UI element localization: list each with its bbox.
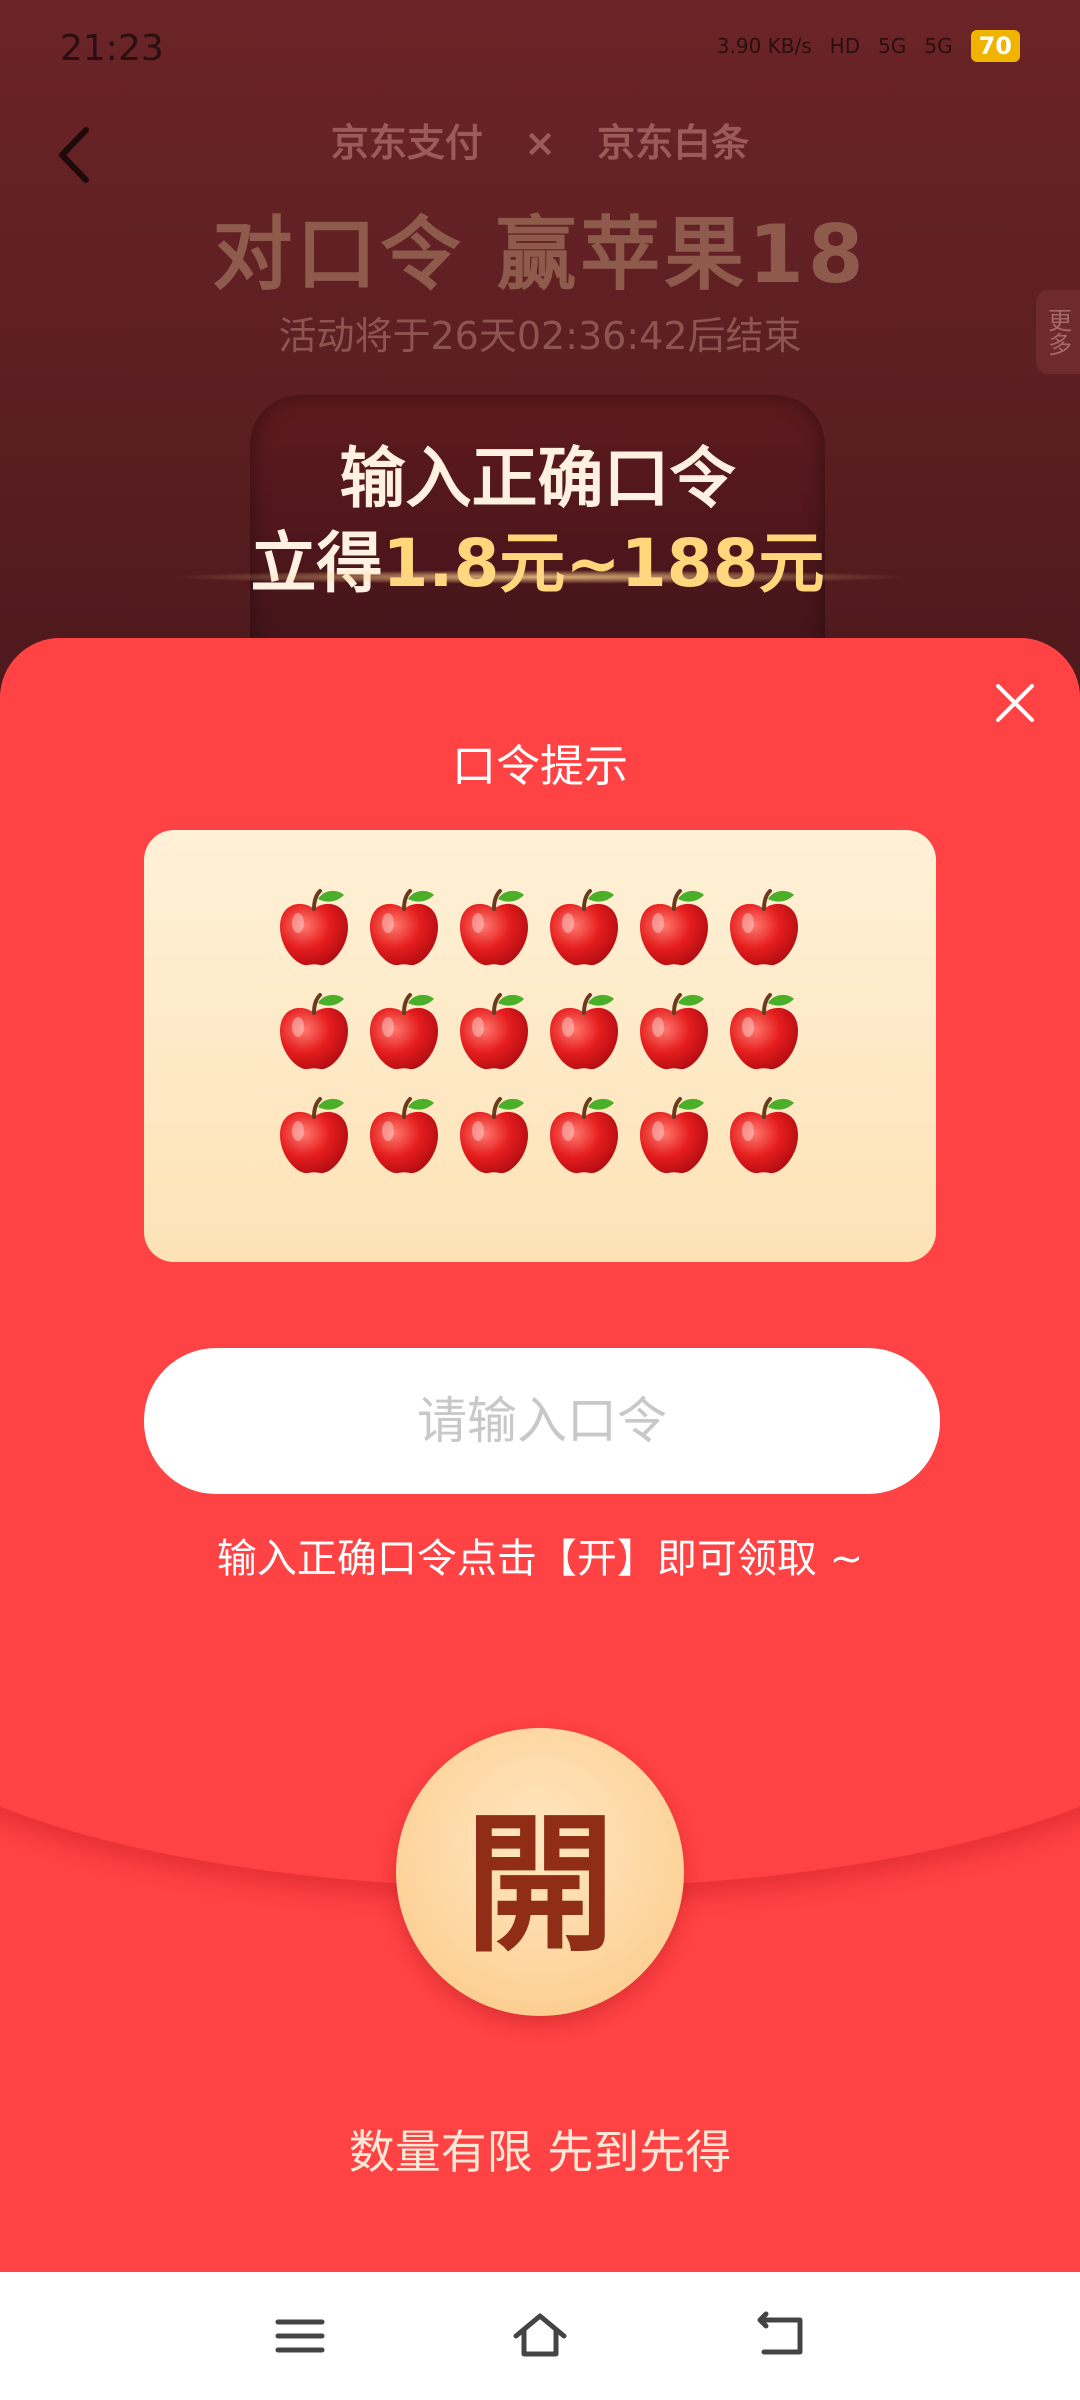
promo-amount: 1.8元~188元 <box>382 525 825 602</box>
apple-icon <box>274 1093 362 1197</box>
apple-icon <box>454 989 542 1093</box>
system-nav-bar <box>0 2272 1080 2400</box>
promo-glow <box>170 570 910 584</box>
limited-text: 数量有限 先到先得 <box>348 2125 732 2179</box>
code-input[interactable] <box>144 1348 940 1494</box>
apple-icon <box>544 989 632 1093</box>
emoji-grid <box>274 885 806 1197</box>
promo-line1: 输入正确口令 <box>339 440 736 517</box>
apple-icon <box>364 885 452 989</box>
status-time: 21:23 <box>60 28 164 69</box>
apple-icon <box>634 1093 722 1197</box>
red-packet-modal: 口令提示 请输入口令 输入正确口令点击【开】即可领取 ~ 開 数量有限 先到先得 <box>0 638 1080 2272</box>
countdown-text: 活动将于26天02:36:42后结束 <box>278 314 802 358</box>
side-tab-more[interactable]: 更多 <box>1036 290 1080 374</box>
hint-title: 口令提示 <box>452 741 628 792</box>
hd-label: HD <box>829 34 861 58</box>
apple-icon <box>724 885 812 989</box>
signal-label-1: 5G <box>878 34 907 58</box>
brand-jdpay: 京东支付 <box>330 121 483 165</box>
apple-icon <box>544 1093 632 1197</box>
menu-icon[interactable] <box>270 2306 330 2366</box>
close-icon[interactable] <box>990 678 1040 728</box>
brand-row: 京东支付 × 京东白条 <box>0 112 1080 167</box>
apple-icon <box>274 885 362 989</box>
apple-icon <box>544 885 632 989</box>
apple-icon <box>364 1093 452 1197</box>
status-icons: 3.90 KB/s HD 5G 5G 70 <box>717 30 1020 62</box>
apple-icon <box>634 885 722 989</box>
promo-prefix: 立得 <box>250 525 383 602</box>
apple-icon <box>724 1093 812 1197</box>
apple-icon <box>454 885 542 989</box>
network-speed: 3.90 KB/s <box>716 34 812 58</box>
signal-label-2: 5G <box>924 34 953 58</box>
instruction-text: 输入正确口令点击【开】即可领取 ~ <box>216 1536 864 1582</box>
open-button[interactable]: 開 <box>396 1728 684 2016</box>
battery-icon: 70 <box>970 30 1020 62</box>
apple-icon <box>634 989 722 1093</box>
promo-line2: 立得1.8元~188元 <box>250 510 825 606</box>
page-headline: 对口令 赢苹果18 <box>212 208 868 301</box>
apple-icon <box>274 989 362 1093</box>
apple-icon <box>724 989 812 1093</box>
emoji-hint-card <box>144 830 936 1262</box>
background-page: 21:23 3.90 KB/s HD 5G 5G 70 京东支付 × 京东白条 … <box>0 0 1080 700</box>
packet-flap <box>0 638 1080 1888</box>
apple-icon <box>454 1093 542 1197</box>
home-icon[interactable] <box>510 2306 570 2366</box>
promo-card: 输入正确口令 立得1.8元~188元 <box>250 395 825 655</box>
brand-separator: × <box>524 121 556 165</box>
status-bar: 21:23 3.90 KB/s HD 5G 5G 70 <box>0 0 1080 100</box>
apple-icon <box>364 989 452 1093</box>
back-icon[interactable] <box>750 2306 810 2366</box>
brand-jdbaitiao: 京东白条 <box>597 121 750 165</box>
